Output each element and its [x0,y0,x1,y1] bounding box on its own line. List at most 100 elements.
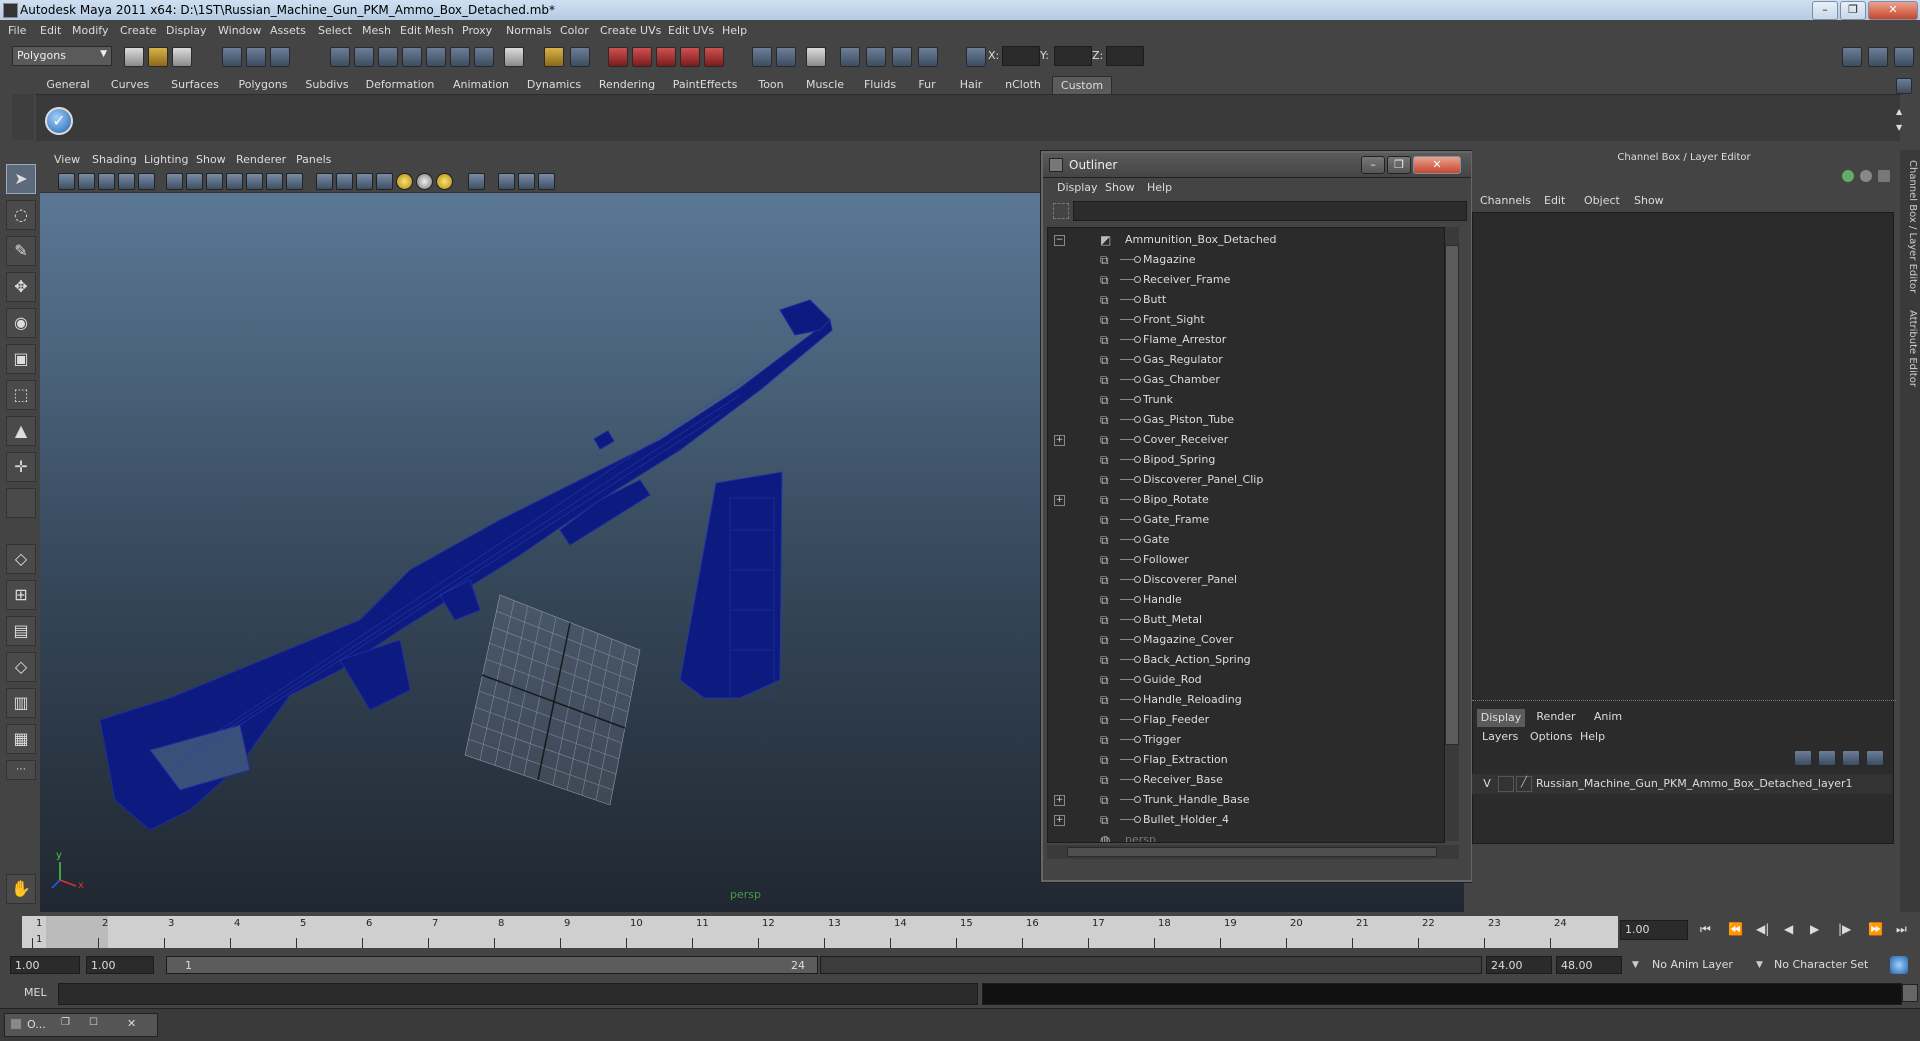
expand-icon[interactable]: + [1054,435,1065,446]
shelf-options-icon[interactable] [1896,78,1912,94]
move-tool-icon[interactable]: ✥ [6,272,36,302]
outliner-item[interactable]: ⧉ Gas_Chamber [1048,370,1444,390]
outliner-item[interactable]: ⧉ Magazine [1048,250,1444,270]
snap-view-plane-icon[interactable] [402,47,422,67]
menu-display[interactable]: Display [166,24,207,37]
channel-box-speed-icon[interactable] [1878,170,1890,182]
resolution-gate-icon[interactable] [206,173,223,190]
channel-box-menu-channels[interactable]: Channels [1480,194,1531,207]
four-view-layout-icon[interactable]: ⊞ [6,580,36,610]
outliner-item-root[interactable]: − ◩ Ammunition_Box_Detached [1048,230,1444,250]
xray-joints-icon[interactable] [518,173,535,190]
x-field[interactable] [1002,46,1040,66]
snap-toggle-icon[interactable] [474,47,494,67]
snap-point-icon[interactable] [378,47,398,67]
outliner-filter-icon[interactable] [1053,203,1069,219]
shelf-tab-deformation[interactable]: Deformation [362,78,438,94]
show-tool-settings-icon[interactable] [1868,47,1888,67]
shelf-tab-surfaces[interactable]: Surfaces [166,78,224,94]
outliner-item[interactable]: ⧉ Gas_Piston_Tube [1048,410,1444,430]
attribute-editor-icon[interactable] [806,47,826,67]
outliner-menu-show[interactable]: Show [1105,181,1135,194]
make-live-icon[interactable] [426,47,446,67]
outliner-item[interactable]: ⧉ Receiver_Base [1048,770,1444,790]
wireframe-on-shaded-icon[interactable] [356,173,373,190]
shelf-tab-fur[interactable]: Fur [912,78,942,94]
smooth-shade-icon[interactable] [336,173,353,190]
outliner-list[interactable]: − ◩ Ammunition_Box_Detached ⧉ Magazine ⧉ Recei… [1047,227,1445,843]
menu-create-uvs[interactable]: Create UVs [600,24,661,37]
shelf-menu-handle[interactable] [12,94,34,140]
render-settings-icon[interactable] [656,47,676,67]
channel-box-menu-show[interactable]: Show [1634,194,1664,207]
outliner-item[interactable]: ⧉ Trunk [1048,390,1444,410]
shaded-icon[interactable] [918,47,938,67]
step-forward-key-icon[interactable]: |▶ [1838,922,1851,936]
character-set-selector[interactable]: No Character Set [1770,956,1888,974]
menu-normals[interactable]: Normals [506,24,552,37]
range-slider-track[interactable] [820,956,1482,974]
select-hierarchy-icon[interactable] [222,47,242,67]
minimized-outliner-window[interactable]: O... ❐ ☐ ✕ [4,1013,158,1037]
anim-layer-dropdown-icon[interactable]: ▼ [1632,960,1639,970]
gate-mask-icon[interactable] [226,173,243,190]
history-icon[interactable] [544,47,564,67]
shelf-scroll-up-icon[interactable]: ▲ [1896,107,1902,116]
outliner-item[interactable]: ⧉ Handle_Reloading [1048,690,1444,710]
persp-graph-layout-icon[interactable]: ◇ [6,652,36,682]
viewport-menu-show[interactable]: Show [196,153,226,166]
outliner-item[interactable]: ⧉ Discoverer_Panel [1048,570,1444,590]
side-tab-channel-box[interactable]: Channel Box / Layer Editor [1902,160,1918,293]
toggle-layout-icon[interactable] [776,47,796,67]
wireframe-icon[interactable] [316,173,333,190]
universal-manipulator-icon[interactable]: ⬚ [6,380,36,410]
outliner-item[interactable]: ⧉ Flame_Arrestor [1048,330,1444,350]
layer-row[interactable]: V ╱ Russian_Machine_Gun_PKM_Ammo_Box_Det… [1472,774,1892,794]
playback-start-field[interactable]: 1.00 [86,956,154,974]
menu-proxy[interactable]: Proxy [462,24,492,37]
go-to-end-icon[interactable]: ⏭ [1896,922,1907,937]
expand-icon[interactable]: + [1054,795,1065,806]
step-back-key-icon[interactable]: ◀| [1756,922,1769,936]
command-language-label[interactable]: MEL [24,986,47,999]
menu-color[interactable]: Color [560,24,589,37]
lasso-tool-icon[interactable]: ◌ [6,200,36,230]
shelf-tab-rendering[interactable]: Rendering [594,78,660,94]
outliner-item[interactable]: + ⧉ Cover_Receiver [1048,430,1444,450]
menu-help[interactable]: Help [722,24,747,37]
image-plane-icon[interactable] [118,173,135,190]
move-layer-down-icon[interactable] [1818,750,1836,766]
outliner-item[interactable]: + ⧉ Trunk_Handle_Base [1048,790,1444,810]
safe-title-icon[interactable] [286,173,303,190]
shelf-tab-general[interactable]: General [44,78,92,94]
script-editor-icon[interactable] [1902,984,1918,1002]
outliner-item[interactable]: ⧉ Gas_Regulator [1048,350,1444,370]
outliner-item[interactable]: ⧉ Magazine_Cover [1048,630,1444,650]
minimize-button[interactable]: – [1812,1,1838,20]
close-window-button[interactable]: ✕ [1868,1,1918,20]
playback-end-field[interactable]: 24.00 [1486,956,1552,974]
menu-set-selector[interactable]: Polygons ▼ [12,46,112,66]
select-object-icon[interactable] [246,47,266,67]
channel-box-menu-object[interactable]: Object [1584,194,1620,207]
outliner-item[interactable]: ⧉ Bipod_Spring [1048,450,1444,470]
layer-tab-anim[interactable]: Anim [1588,708,1628,726]
outliner-menu-help[interactable]: Help [1147,181,1172,194]
bookmarks-icon[interactable] [98,173,115,190]
outliner-horizontal-scroll-thumb[interactable] [1067,847,1437,857]
shelf-tab-curves[interactable]: Curves [106,78,154,94]
ipr-render-icon[interactable] [632,47,652,67]
input-ops-icon[interactable] [570,47,590,67]
layer-tab-display[interactable]: Display [1476,708,1526,727]
create-layer-from-selected-icon[interactable] [1866,750,1884,766]
shelf-tab-painteffects[interactable]: PaintEffects [668,78,742,94]
outliner-item[interactable]: ⧉ Butt_Metal [1048,610,1444,630]
isolate-select-icon[interactable] [468,173,485,190]
expand-icon[interactable]: + [1054,815,1065,826]
outliner-maximize-button[interactable]: ❐ [1387,156,1411,174]
new-scene-icon[interactable] [124,47,144,67]
outliner-window[interactable]: Outliner – ❐ ✕ Display Show Help − ◩ Ammun… [1041,151,1473,882]
viewport-menu-view[interactable]: View [54,153,80,166]
default-light-icon[interactable] [436,173,453,190]
layer-name[interactable]: Russian_Machine_Gun_PKM_Ammo_Box_Detache… [1536,777,1853,790]
